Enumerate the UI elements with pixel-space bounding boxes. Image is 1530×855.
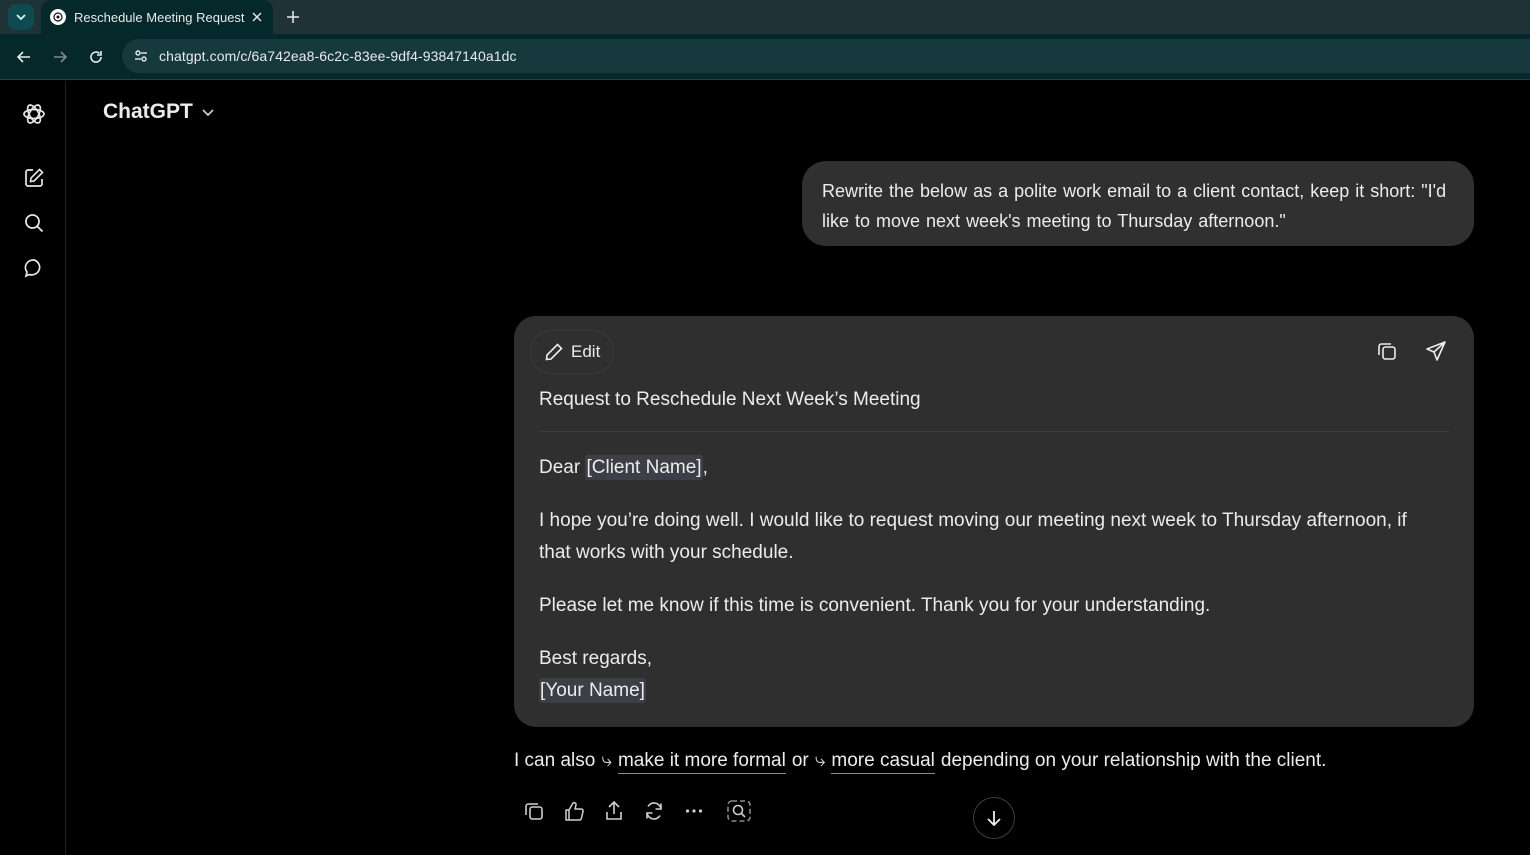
new-chat-icon[interactable] — [17, 161, 51, 195]
reload-icon[interactable] — [84, 45, 108, 69]
message-actions — [514, 797, 759, 825]
model-name: ChatGPT — [103, 100, 193, 123]
browser-address-bar: chatgpt.com/c/6a742ea8-6c2c-83ee-9df4-93… — [0, 34, 1530, 80]
client-name-placeholder[interactable]: [Client Name] — [585, 455, 703, 480]
email-subject: Request to Reschedule Next Week’s Meetin… — [539, 389, 921, 410]
divider — [539, 431, 1449, 432]
casual-option-link[interactable]: more casual — [831, 750, 935, 774]
signoff: Best regards, — [539, 648, 652, 669]
site-settings-icon[interactable] — [124, 39, 158, 73]
search-icon[interactable] — [17, 206, 51, 240]
openai-logo[interactable] — [17, 97, 51, 131]
thumbs-icon[interactable] — [554, 797, 594, 825]
followup-text: I can also ⤷ make it more formal or ⤷ mo… — [514, 750, 1326, 774]
browser-tab-bar: Reschedule Meeting Request — [0, 0, 1530, 34]
url-text[interactable]: chatgpt.com/c/6a742ea8-6c2c-83ee-9df4-93… — [159, 48, 517, 64]
edit-label: Edit — [571, 342, 601, 361]
more-icon[interactable] — [674, 797, 714, 825]
chevron-down-icon — [16, 14, 26, 21]
tab-list-button[interactable] — [8, 4, 34, 30]
openai-favicon-icon — [50, 9, 66, 25]
regenerate-icon[interactable] — [634, 797, 674, 825]
chevron-down-icon — [202, 109, 214, 117]
email-greeting: Dear [Client Name], — [539, 455, 708, 480]
return-arrow-icon: ⤷ — [814, 750, 826, 771]
email-paragraph-2: Please let me know if this time is conve… — [539, 595, 1211, 616]
pencil-icon — [545, 343, 563, 361]
email-canvas: Edit Request to Reschedule Next Week’s M… — [514, 316, 1474, 727]
sidebar — [0, 81, 66, 855]
screenshot-icon[interactable] — [719, 797, 759, 825]
browser-tab[interactable]: Reschedule Meeting Request — [41, 0, 273, 34]
forward-arrow-icon[interactable] — [48, 45, 72, 69]
scroll-to-bottom-button[interactable] — [973, 797, 1015, 839]
formal-option-link[interactable]: make it more formal — [617, 750, 786, 774]
arrow-down-icon — [987, 811, 1001, 827]
return-arrow-icon: ⤷ — [601, 750, 612, 771]
user-message: Rewrite the below as a polite work email… — [802, 161, 1474, 246]
model-selector[interactable]: ChatGPT — [103, 100, 215, 124]
your-name-placeholder[interactable]: [Your Name] — [539, 678, 646, 703]
back-arrow-icon[interactable] — [12, 45, 36, 69]
email-paragraph-1: I hope you’re doing well. I would like t… — [539, 510, 1407, 563]
tab-title: Reschedule Meeting Request — [74, 9, 245, 25]
email-body: Dear [Client Name], I hope you’re doing … — [539, 452, 1439, 707]
copy-icon[interactable] — [1374, 338, 1400, 364]
omnibox[interactable]: chatgpt.com/c/6a742ea8-6c2c-83ee-9df4-93… — [122, 39, 1530, 73]
copy-icon[interactable] — [514, 797, 554, 825]
edit-button[interactable]: Edit — [530, 330, 615, 374]
send-icon[interactable] — [1423, 338, 1449, 364]
close-icon[interactable] — [247, 7, 267, 27]
email-signature: Best regards, [Your Name] — [539, 643, 1439, 707]
plus-icon[interactable] — [283, 4, 303, 30]
share-icon[interactable] — [594, 797, 634, 825]
chat-bubble-icon[interactable] — [17, 251, 51, 285]
